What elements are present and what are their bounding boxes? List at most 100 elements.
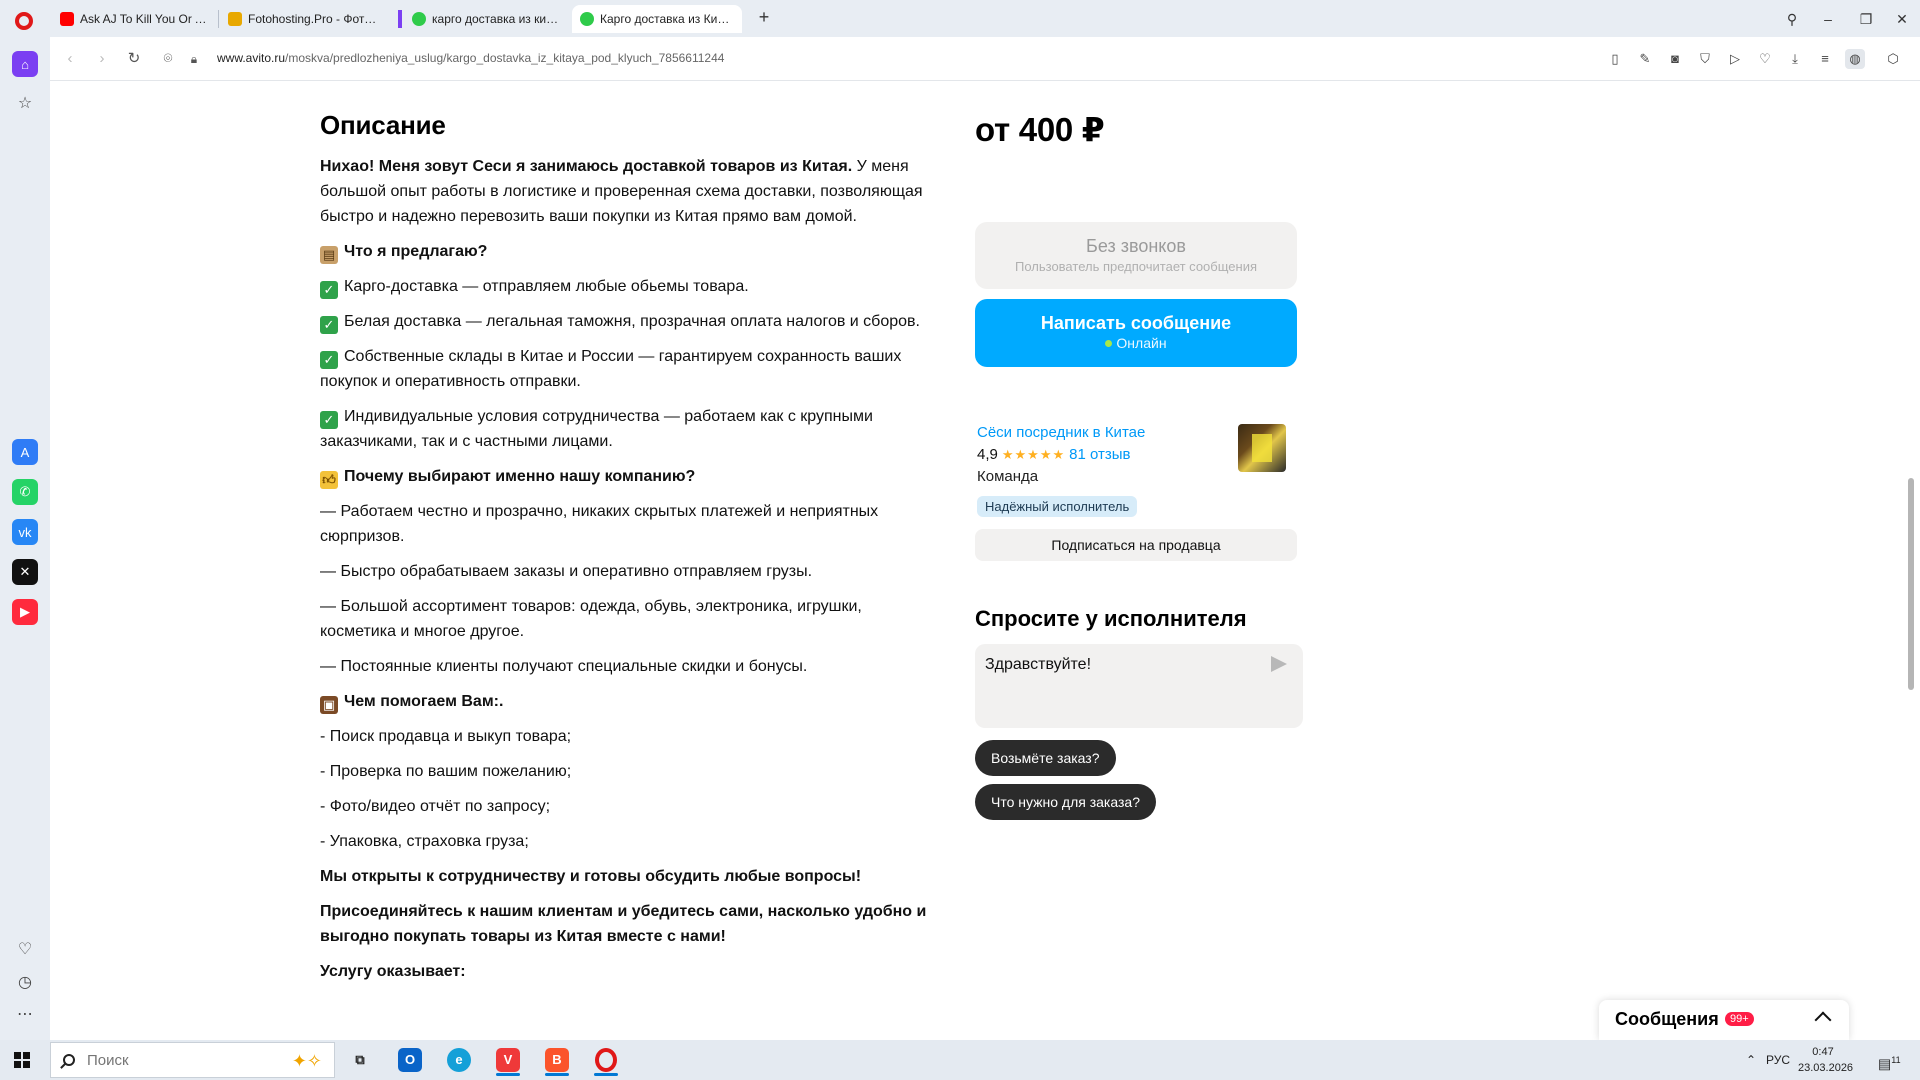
tab-title: карго доставка из китая: [432, 12, 559, 26]
briefcase-emoji-icon: ▣: [320, 696, 338, 714]
no-calls-label: Без звонков: [1086, 236, 1186, 256]
more-dots-icon[interactable]: ⋯: [13, 1003, 37, 1027]
tab-title: Карго доставка из Китая: [600, 12, 732, 26]
url-field[interactable]: www.avito.ru/moskva/predlozheniya_uslug/…: [217, 51, 724, 65]
x-twitter-icon[interactable]: ✕: [12, 559, 38, 585]
task-view-icon[interactable]: ⧉: [340, 1044, 380, 1076]
heart-icon[interactable]: ♡: [1755, 49, 1775, 69]
notifications-icon[interactable]: ▤11: [1878, 1040, 1901, 1080]
profile-icon[interactable]: ◍: [1845, 49, 1865, 69]
url-host: www.avito.ru: [217, 51, 286, 65]
shield-icon[interactable]: ⛉: [1695, 49, 1715, 69]
language-indicator[interactable]: РУС: [1766, 1040, 1790, 1080]
page-scrollbar[interactable]: [1902, 82, 1920, 1040]
search-icon: [63, 1054, 75, 1066]
history-clock-icon[interactable]: ◷: [13, 971, 37, 995]
subscribe-button[interactable]: Подписаться на продавца: [975, 529, 1297, 561]
chevron-up-icon[interactable]: [1814, 1011, 1832, 1029]
check-emoji-icon: ✓: [320, 316, 338, 334]
play-icon[interactable]: ▷: [1725, 49, 1745, 69]
tab-cargo-listing[interactable]: Карго доставка из Китая: [572, 5, 742, 33]
seller-name-link[interactable]: Сёси посредник в Китае: [977, 424, 1145, 441]
quick-reply-what-needed[interactable]: Что нужно для заказа?: [975, 784, 1156, 820]
reader-mode-icon[interactable]: ▯: [1605, 49, 1625, 69]
online-status: Онлайн: [975, 335, 1297, 351]
list-item: ✓ Белая доставка — легальная таможня, про…: [320, 309, 940, 334]
home-icon[interactable]: ⌂: [12, 51, 38, 77]
closing-line-2: Присоединяйтесь к нашим клиентам и убеди…: [320, 903, 927, 945]
clock[interactable]: 0:47 23.03.2026: [1798, 1044, 1853, 1076]
browser-sidebar: ⌂ ☆ A ✆ vk ✕ ▶ ♡ ◷ ⋯: [0, 37, 50, 1040]
close-icon[interactable]: ✕: [1892, 9, 1912, 29]
whatsapp-icon[interactable]: ✆: [12, 479, 38, 505]
outlook-icon[interactable]: O: [390, 1044, 430, 1076]
offer-heading: ▤ Что я предлагаю?: [320, 239, 940, 264]
lock-icon[interactable]: 🔒︎: [184, 49, 204, 69]
ask-input[interactable]: [985, 656, 1255, 674]
list-item: ✓ Собственные склады в Китае и России — г…: [320, 348, 902, 390]
check-emoji-icon: ✓: [320, 411, 338, 429]
forward-icon[interactable]: ›: [92, 49, 112, 69]
quick-reply-take-order[interactable]: Возьмёте заказ?: [975, 740, 1116, 776]
easy-setup-icon[interactable]: ≡: [1815, 49, 1835, 69]
fotohosting-favicon-icon: [228, 12, 242, 26]
notifications-count: 11: [1891, 1055, 1901, 1065]
edit-icon[interactable]: ✎: [1635, 49, 1655, 69]
camera-icon[interactable]: ◙: [1665, 49, 1685, 69]
youtube-favicon-icon: [60, 12, 74, 26]
windows-start-icon[interactable]: [14, 1052, 30, 1068]
url-path: /moskva/predlozheniya_uslug/kargo_dostav…: [285, 51, 725, 65]
description-section: Описание Нихао! Меня зовут Сеси я занима…: [320, 110, 940, 994]
tab-fotohosting[interactable]: Fotohosting.Pro - Фотохо: [220, 5, 390, 33]
service-by-label: Услугу оказывает:: [320, 963, 466, 980]
messages-count-badge: 99+: [1725, 1012, 1754, 1026]
check-emoji-icon: ✓: [320, 281, 338, 299]
brave-icon[interactable]: B: [537, 1044, 577, 1076]
vivaldi-icon[interactable]: V: [488, 1044, 528, 1076]
download-icon[interactable]: ⤓: [1785, 49, 1805, 69]
opera-menu-icon[interactable]: [15, 12, 33, 30]
new-tab-plus-icon[interactable]: +: [755, 8, 773, 27]
online-dot-icon: [1105, 340, 1113, 347]
reload-icon[interactable]: ↻: [124, 49, 144, 69]
no-calls-button[interactable]: Без звонков Пользователь предпочитает со…: [975, 222, 1297, 289]
windows-taskbar: ✦✧ ⧉ O e V B ⌃ РУС 0:47 23.03.2026 ▤11: [0, 1040, 1920, 1080]
music-player-icon[interactable]: ▶: [12, 599, 38, 625]
write-message-label: Написать сообщение: [1040, 313, 1232, 333]
scrollbar-thumb[interactable]: [1908, 478, 1914, 690]
messages-panel[interactable]: Сообщения 99+: [1599, 1000, 1849, 1040]
why-heading: 👍︎ Почему выбирают именно нашу компанию?: [320, 464, 940, 489]
list-item: — Постоянные клиенты получают специальны…: [320, 658, 808, 675]
restore-icon[interactable]: ❐: [1856, 9, 1876, 29]
tab-title: Ask AJ To Kill You Or Ask: [80, 12, 207, 26]
taskbar-search-input[interactable]: [87, 1051, 267, 1069]
favorites-heart-icon[interactable]: ♡: [13, 938, 37, 962]
thumbs-up-emoji-icon: 👍︎: [320, 471, 338, 489]
intro-paragraph: Нихао! Меня зовут Сеси я занимаюсь доста…: [320, 154, 940, 229]
tray-chevron-icon[interactable]: ⌃: [1746, 1040, 1756, 1080]
bookmarks-star-icon[interactable]: ☆: [13, 92, 37, 116]
reliable-badge[interactable]: Надёжный исполнитель: [977, 496, 1138, 517]
taskbar-search[interactable]: ✦✧: [50, 1042, 335, 1078]
ask-title: Спросите у исполнителя: [975, 606, 1247, 631]
tab-search-icon[interactable]: ⚲: [1782, 9, 1802, 29]
seller-avatar[interactable]: [1238, 424, 1286, 472]
vk-icon[interactable]: vk: [12, 519, 38, 545]
edge-icon[interactable]: e: [439, 1044, 479, 1076]
address-bar: ‹ › ↻ ⌾ 🔒︎ www.avito.ru/moskva/predlozhe…: [0, 37, 1920, 81]
location-pin-icon[interactable]: ⌾: [158, 49, 178, 69]
minimize-icon[interactable]: –: [1818, 9, 1838, 29]
list-item: ✓ Индивидуальные условия сотрудничества —…: [320, 408, 873, 450]
write-message-button[interactable]: Написать сообщение Онлайн: [975, 299, 1297, 367]
tab-cargo-search[interactable]: карго доставка из китая: [404, 5, 569, 33]
extensions-cube-icon[interactable]: ⬡: [1883, 49, 1903, 69]
avito-favicon-icon: [580, 12, 594, 26]
reviews-link[interactable]: 81 отзыв: [1069, 446, 1130, 463]
back-icon[interactable]: ‹: [60, 49, 80, 69]
closing-line-1: Мы открыты к сотрудничеству и готовы обс…: [320, 868, 862, 885]
tab-ask-aj[interactable]: Ask AJ To Kill You Or Ask: [52, 5, 217, 33]
send-icon[interactable]: [1271, 656, 1287, 672]
check-emoji-icon: ✓: [320, 351, 338, 369]
aria-ai-icon[interactable]: A: [12, 439, 38, 465]
opera-taskbar-icon[interactable]: [586, 1044, 626, 1076]
